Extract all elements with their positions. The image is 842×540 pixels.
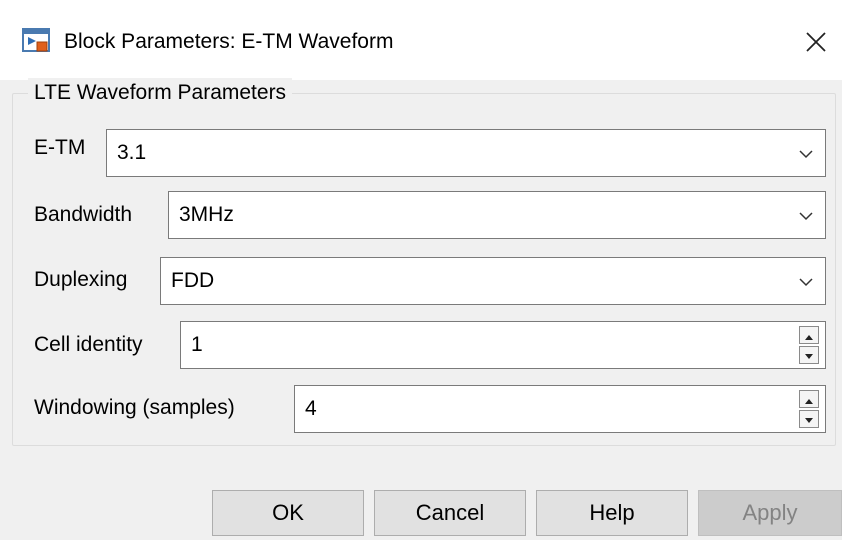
cancel-button[interactable]: Cancel [374,490,526,536]
caret-down-icon [805,418,813,423]
simulink-block-icon [22,28,52,56]
bandwidth-label: Bandwidth [34,203,133,226]
etm-label: E-TM [34,136,86,159]
spinner-control [799,326,819,364]
window-title: Block Parameters: E-TM Waveform [64,30,394,53]
duplexing-dropdown[interactable]: FDD [160,257,826,305]
spin-up-button[interactable] [799,326,819,344]
caret-up-icon [805,335,813,340]
spinner-control [799,390,819,428]
chevron-down-icon [799,150,813,159]
etm-dropdown[interactable]: 3.1 [106,129,826,177]
duplexing-value: FDD [171,269,215,292]
windowing-value: 4 [305,397,317,420]
cell-identity-value: 1 [191,333,203,356]
bandwidth-dropdown[interactable]: 3MHz [168,191,826,239]
close-button[interactable] [796,22,836,62]
caret-down-icon [805,354,813,359]
caret-up-icon [805,399,813,404]
windowing-label: Windowing (samples) [34,396,235,419]
etm-value: 3.1 [117,141,147,164]
cell-identity-spinner[interactable]: 1 [180,321,826,369]
spin-down-button[interactable] [799,410,819,428]
windowing-spinner[interactable]: 4 [294,385,826,433]
cell-identity-label: Cell identity [34,333,143,356]
title-bar: Block Parameters: E-TM Waveform [0,0,842,80]
group-legend: LTE Waveform Parameters [28,78,293,108]
spin-down-button[interactable] [799,346,819,364]
duplexing-label: Duplexing [34,268,128,291]
close-icon [806,32,826,52]
ok-button[interactable]: OK [212,490,364,536]
apply-button[interactable]: Apply [698,490,842,536]
help-button[interactable]: Help [536,490,688,536]
spin-up-button[interactable] [799,390,819,408]
chevron-down-icon [799,278,813,287]
chevron-down-icon [799,212,813,221]
bandwidth-value: 3MHz [179,203,234,226]
